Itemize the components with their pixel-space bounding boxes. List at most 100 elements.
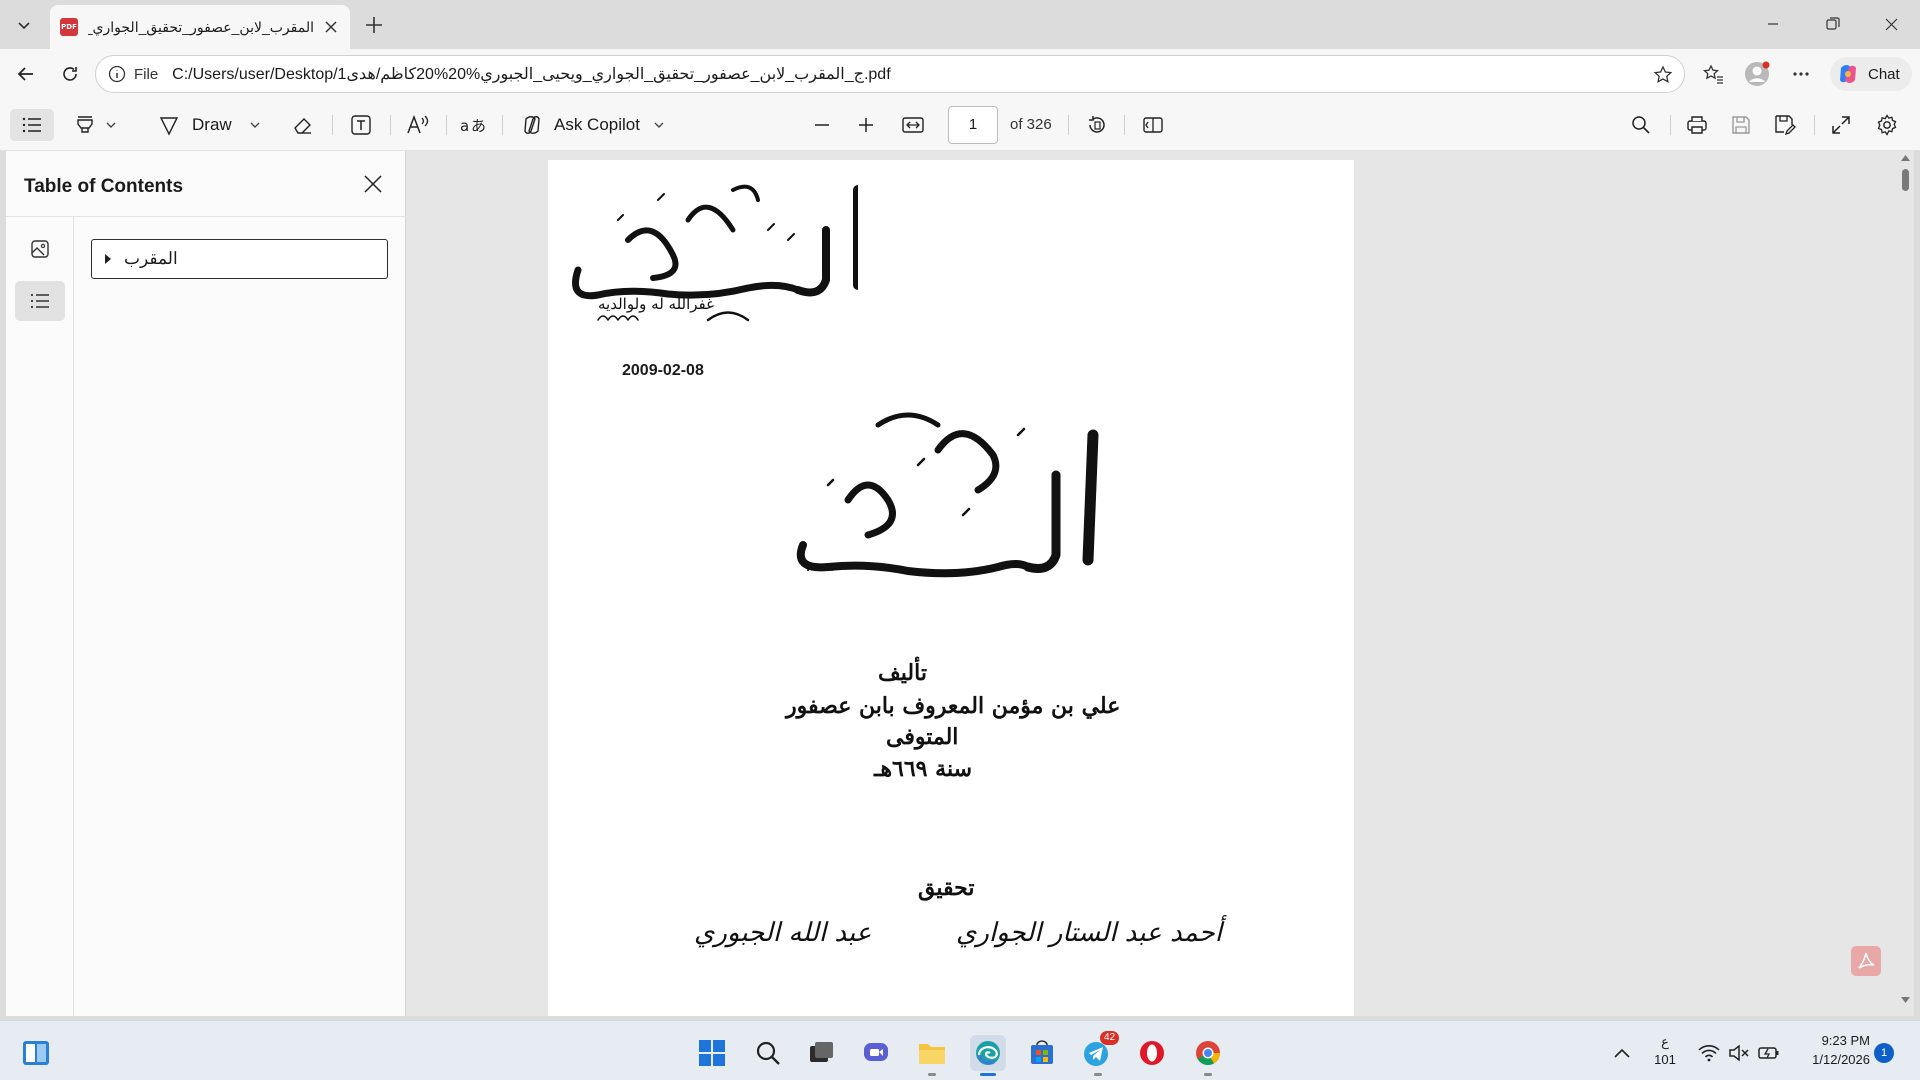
ellipsis-icon bbox=[1793, 72, 1809, 76]
vertical-scrollbar[interactable] bbox=[1896, 151, 1914, 1016]
taskbar-search-button[interactable] bbox=[750, 1035, 786, 1071]
start-button[interactable] bbox=[694, 1035, 730, 1071]
chevron-down-icon bbox=[106, 122, 116, 128]
restore-button[interactable] bbox=[1810, 8, 1856, 40]
minus-icon bbox=[815, 124, 829, 126]
chrome-button[interactable] bbox=[1190, 1035, 1226, 1071]
print-button[interactable] bbox=[1682, 109, 1712, 141]
toolbar-divider bbox=[446, 115, 447, 135]
full-screen-button[interactable] bbox=[1826, 109, 1856, 141]
store-button[interactable] bbox=[1024, 1035, 1060, 1071]
page-number-input[interactable]: 1 bbox=[948, 106, 998, 144]
new-tab-button[interactable] bbox=[360, 11, 388, 39]
svg-text:あ: あ bbox=[471, 117, 486, 135]
minimize-button[interactable] bbox=[1750, 8, 1796, 40]
profile-button[interactable] bbox=[1740, 58, 1774, 90]
toolbar-divider bbox=[1068, 115, 1069, 135]
save-button[interactable] bbox=[1726, 109, 1756, 141]
page-view-button[interactable] bbox=[1138, 109, 1168, 141]
outline-tab[interactable] bbox=[15, 281, 65, 321]
zoom-in-button[interactable] bbox=[852, 109, 880, 141]
draw-button[interactable]: Draw bbox=[158, 109, 260, 141]
page-total-label: of 326 bbox=[1010, 116, 1052, 133]
arrow-left-icon bbox=[17, 67, 33, 81]
clock-time: 9:23 PM bbox=[1821, 1033, 1870, 1048]
toc-item[interactable]: المقرب bbox=[91, 239, 388, 279]
system-clock[interactable]: 9:23 PM 1/12/2026 bbox=[1790, 1031, 1870, 1069]
chevron-down-icon bbox=[654, 122, 664, 128]
contents-toggle-button[interactable] bbox=[10, 109, 54, 141]
list-icon bbox=[22, 117, 41, 133]
save-as-icon bbox=[1775, 115, 1796, 136]
tab-title: المقرب_لابن_عصفور_تحقيق_الجواري_ bbox=[88, 18, 314, 35]
ask-copilot-button[interactable]: Ask Copilot bbox=[520, 109, 664, 141]
chrome-icon bbox=[1196, 1041, 1220, 1066]
keyboard-language-indicator[interactable]: ع 101 bbox=[1650, 1033, 1680, 1069]
browser-tab[interactable]: PDF المقرب_لابن_عصفور_تحقيق_الجواري_ bbox=[50, 5, 350, 49]
task-view-button[interactable] bbox=[804, 1035, 840, 1071]
tab-strip: PDF المقرب_لابن_عصفور_تحقيق_الجواري_ bbox=[0, 0, 1920, 49]
opera-button[interactable] bbox=[1134, 1035, 1170, 1071]
editor-2: عبد الله الجبوري bbox=[694, 918, 872, 948]
add-text-button[interactable] bbox=[350, 109, 372, 141]
erase-button[interactable] bbox=[292, 109, 314, 141]
favorites-button[interactable] bbox=[1696, 58, 1730, 90]
thumbnails-tab[interactable] bbox=[15, 229, 65, 269]
search-button[interactable] bbox=[1626, 109, 1656, 141]
toolbar-divider bbox=[1814, 115, 1815, 135]
plus-icon bbox=[859, 118, 873, 132]
svg-text:a: a bbox=[460, 117, 469, 135]
table-of-contents-panel: Table of Contents المقرب bbox=[6, 151, 406, 1016]
author-name: علي بن مؤمن المعروف بابن عصفور bbox=[786, 693, 1121, 719]
back-button[interactable] bbox=[10, 58, 42, 90]
close-panel-button[interactable] bbox=[358, 169, 388, 199]
tab-list-button[interactable] bbox=[8, 9, 40, 41]
scheme-label: File bbox=[134, 65, 159, 83]
meet-app-button[interactable] bbox=[858, 1035, 894, 1071]
rotate-button[interactable] bbox=[1082, 109, 1112, 141]
show-hidden-icons-button[interactable] bbox=[1602, 1035, 1642, 1071]
read-aloud-button[interactable] bbox=[406, 109, 430, 141]
zoom-out-button[interactable] bbox=[808, 109, 836, 141]
scroll-down-icon bbox=[1901, 997, 1910, 1003]
close-window-button[interactable] bbox=[1868, 8, 1914, 40]
stamp-caption: غفرالله له ولوالديه bbox=[598, 295, 714, 313]
file-explorer-button[interactable] bbox=[914, 1035, 950, 1071]
quick-settings-button[interactable] bbox=[1694, 1035, 1784, 1071]
settings-button[interactable] bbox=[1872, 109, 1902, 141]
copilot-icon bbox=[1840, 65, 1856, 83]
more-menu-button[interactable] bbox=[1784, 58, 1818, 90]
translate-button[interactable]: aあ bbox=[460, 109, 486, 141]
eraser-icon bbox=[294, 118, 311, 134]
fit-to-width-button[interactable] bbox=[898, 109, 928, 141]
book-title-calligraphy bbox=[796, 412, 1099, 578]
battery-charging-icon bbox=[1758, 1047, 1779, 1059]
panel-rail bbox=[6, 217, 74, 1016]
list-icon bbox=[30, 293, 49, 309]
address-field[interactable]: File C:/Users/user/Desktop/1ج_المقرب_لاب… bbox=[95, 55, 1685, 93]
refresh-button[interactable] bbox=[54, 58, 86, 90]
text-box-icon bbox=[351, 115, 371, 135]
favorite-star-icon[interactable] bbox=[1652, 64, 1674, 86]
telegram-button[interactable]: 42 bbox=[1080, 1031, 1120, 1071]
taskbar: 42 ع 101 9:23 PM 1/12/2026 1 bbox=[0, 1020, 1920, 1080]
running-indicator bbox=[1204, 1073, 1212, 1076]
close-icon bbox=[364, 175, 382, 193]
scroll-thumb[interactable] bbox=[1902, 169, 1909, 191]
ask-copilot-label: Ask Copilot bbox=[554, 115, 640, 134]
edge-button[interactable] bbox=[970, 1035, 1006, 1071]
notification-badge[interactable]: 1 bbox=[1874, 1043, 1894, 1063]
toolbar-divider bbox=[502, 115, 503, 135]
read-aloud-icon bbox=[407, 114, 429, 134]
store-icon bbox=[1031, 1040, 1053, 1064]
close-tab-icon[interactable] bbox=[322, 18, 340, 36]
copilot-outline-icon bbox=[524, 116, 540, 134]
highlight-button[interactable] bbox=[74, 109, 116, 141]
info-icon[interactable] bbox=[108, 65, 126, 83]
copilot-chat-button[interactable]: Chat bbox=[1830, 57, 1912, 91]
draw-pen-icon bbox=[159, 117, 179, 136]
edge-icon bbox=[976, 1041, 1000, 1065]
acrobat-icon[interactable] bbox=[1851, 946, 1881, 976]
widgets-button[interactable] bbox=[18, 1035, 54, 1071]
save-as-button[interactable] bbox=[1770, 109, 1800, 141]
